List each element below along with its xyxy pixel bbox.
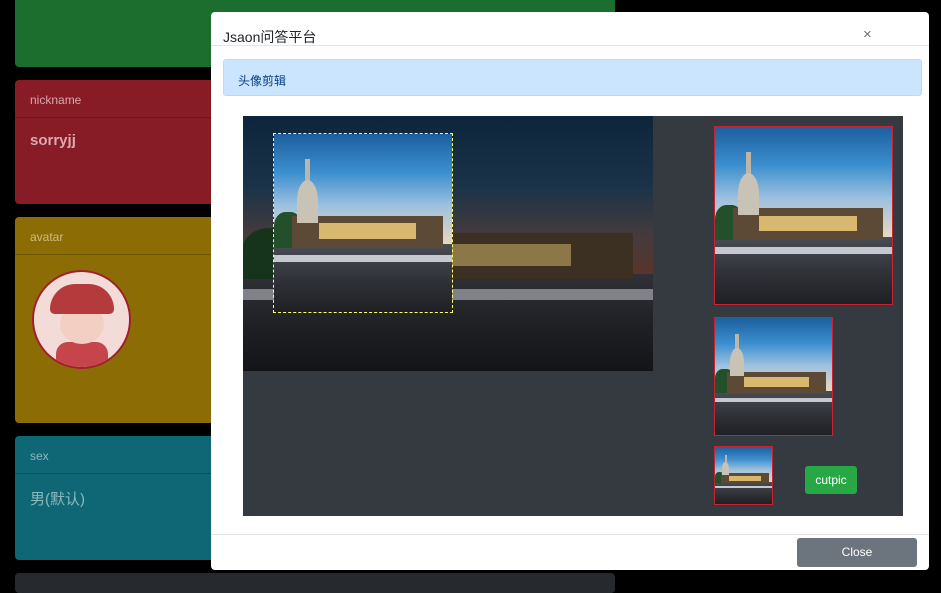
avatar-figure-hat	[50, 284, 114, 314]
info-alert: 头像剪辑	[223, 59, 922, 96]
avatar-figure-body	[56, 342, 108, 367]
avatar-image[interactable]	[32, 270, 131, 369]
card-bottom	[15, 573, 615, 593]
modal-footer: Close	[211, 534, 929, 570]
close-button[interactable]: Close	[797, 538, 917, 567]
crop-area-image	[274, 134, 452, 312]
cutpic-button[interactable]: cutpic	[805, 466, 857, 494]
modal-header: Jsaon问答平台 ×	[211, 12, 929, 46]
nickname-value: sorryjj	[30, 132, 76, 149]
image-cropper[interactable]: cutpic	[243, 116, 903, 516]
sex-value: 男(默认)	[30, 491, 85, 508]
preview-medium	[714, 317, 833, 436]
preview-large	[714, 126, 893, 305]
crop-selection-box[interactable]	[273, 133, 453, 313]
close-icon[interactable]: ×	[863, 26, 872, 43]
preview-small	[714, 446, 773, 505]
modal-title: Jsaon问答平台	[223, 29, 317, 45]
avatar-crop-modal: Jsaon问答平台 × 头像剪辑 cutpic Close	[211, 12, 929, 570]
